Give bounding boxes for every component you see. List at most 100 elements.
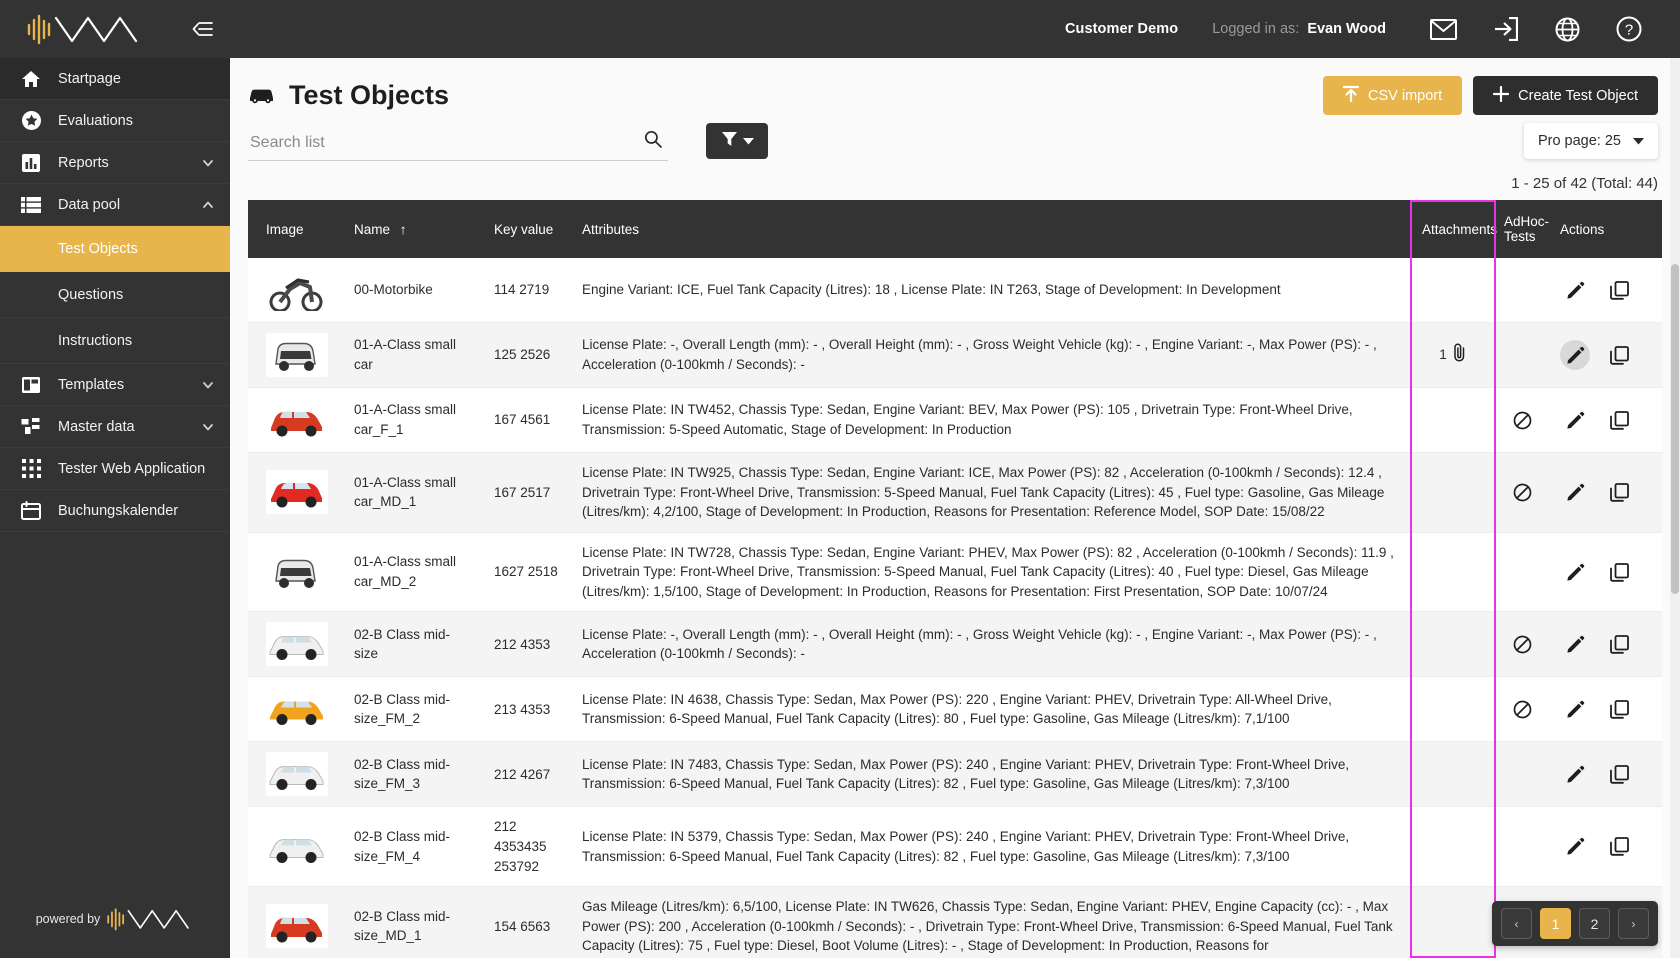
- copy-icon[interactable]: [1604, 477, 1634, 507]
- table-row[interactable]: 02-B Class mid-size_MD_1 154 6563 Gas Mile…: [248, 886, 1662, 958]
- svg-text:?: ?: [1625, 22, 1633, 39]
- sidebar-nav: Startpage Evaluations Reports Data pool …: [0, 58, 230, 880]
- row-adhoc-tests-cell[interactable]: [1494, 611, 1550, 678]
- copy-icon[interactable]: [1604, 759, 1634, 789]
- globe-icon[interactable]: [1536, 0, 1598, 58]
- vertical-scrollbar-track[interactable]: [1670, 58, 1680, 958]
- copy-icon[interactable]: [1604, 275, 1634, 305]
- copy-icon[interactable]: [1604, 832, 1634, 862]
- sidebar-item-instructions[interactable]: Instructions: [0, 318, 230, 364]
- row-attachments-cell[interactable]: [1412, 886, 1494, 958]
- pagination-page-2[interactable]: 2: [1579, 908, 1610, 939]
- row-attachments-cell[interactable]: [1412, 452, 1494, 533]
- row-attachments-cell[interactable]: [1412, 806, 1494, 888]
- copy-icon[interactable]: [1604, 694, 1634, 724]
- row-adhoc-tests-cell[interactable]: [1494, 258, 1550, 323]
- upload-icon: [1342, 85, 1360, 106]
- collapse-sidebar-icon[interactable]: [190, 16, 216, 42]
- csv-import-button[interactable]: CSV import: [1323, 76, 1463, 115]
- table-row[interactable]: 00-Motorbike 114 2719 Engine Variant: ICE,…: [248, 258, 1662, 323]
- edit-icon[interactable]: [1560, 629, 1590, 659]
- edit-icon[interactable]: [1560, 557, 1590, 587]
- sidebar-item-questions[interactable]: Questions: [0, 272, 230, 318]
- help-icon[interactable]: ?: [1598, 0, 1660, 58]
- block-icon[interactable]: [1507, 694, 1537, 724]
- pagination-page-1[interactable]: 1: [1540, 908, 1571, 939]
- table-row[interactable]: 02-B Class mid-size_FM_2 213 4353 License …: [248, 676, 1662, 743]
- row-attachments-cell[interactable]: [1412, 676, 1494, 743]
- orange-car-thumb: [266, 687, 328, 732]
- table-row[interactable]: 01-A-Class small car_F_1 167 4561 License …: [248, 387, 1662, 453]
- row-attachments-cell[interactable]: [1412, 258, 1494, 323]
- table-row[interactable]: 02-B Class mid-size_FM_3 212 4267 License …: [248, 741, 1662, 808]
- filter-button[interactable]: [706, 123, 768, 159]
- block-icon[interactable]: [1507, 629, 1537, 659]
- edit-icon[interactable]: [1560, 477, 1590, 507]
- pagination-next-button[interactable]: ›: [1618, 908, 1649, 939]
- sidebar-item-test-objects[interactable]: Test Objects: [0, 226, 230, 272]
- sidebar-item-buchungskalender[interactable]: Buchungskalender: [0, 490, 230, 532]
- sidebar-item-data-pool[interactable]: Data pool: [0, 184, 230, 226]
- vertical-scrollbar-thumb[interactable]: [1671, 264, 1679, 594]
- row-attachments-cell[interactable]: [1412, 741, 1494, 808]
- row-attributes-cell: License Plate: IN TW728, Chassis Type: S…: [572, 532, 1412, 613]
- create-test-object-button[interactable]: Create Test Object: [1473, 76, 1658, 115]
- search-input[interactable]: [248, 130, 668, 154]
- column-header-actions[interactable]: Actions: [1550, 200, 1662, 258]
- row-adhoc-tests-cell[interactable]: [1494, 452, 1550, 533]
- sidebar-item-master-data[interactable]: Master data: [0, 406, 230, 448]
- copy-icon[interactable]: [1604, 405, 1634, 435]
- column-header-attachments[interactable]: Attachments: [1412, 200, 1497, 258]
- sidebar-item-evaluations[interactable]: Evaluations: [0, 100, 230, 142]
- sidebar-item-startpage[interactable]: Startpage: [0, 58, 230, 100]
- row-attributes-cell: License Plate: -, Overall Length (mm): -…: [572, 322, 1412, 388]
- paperclip-icon[interactable]: [1452, 343, 1467, 368]
- copy-icon[interactable]: [1604, 629, 1634, 659]
- row-attachments-cell[interactable]: 1: [1412, 322, 1494, 388]
- search-icon[interactable]: [644, 130, 662, 153]
- edit-icon[interactable]: [1560, 340, 1590, 370]
- edit-icon[interactable]: [1560, 405, 1590, 435]
- filter-icon: [721, 131, 738, 152]
- row-attachments-cell[interactable]: [1412, 532, 1494, 613]
- table-row[interactable]: 01-A-Class small car 125 2526 License Plat…: [248, 322, 1662, 388]
- column-header-name[interactable]: Name ↑: [344, 200, 484, 258]
- table-row[interactable]: 01-A-Class small car_MD_1 167 2517 License…: [248, 452, 1662, 533]
- sidebar-item-templates[interactable]: Templates: [0, 364, 230, 406]
- row-name-cell: 01-A-Class small car: [344, 322, 484, 388]
- row-adhoc-tests-cell[interactable]: [1494, 387, 1550, 453]
- row-adhoc-tests-cell[interactable]: [1494, 806, 1550, 888]
- row-adhoc-tests-cell[interactable]: [1494, 322, 1550, 388]
- row-adhoc-tests-cell[interactable]: [1494, 532, 1550, 613]
- row-adhoc-tests-cell[interactable]: [1494, 676, 1550, 743]
- edit-icon[interactable]: [1560, 759, 1590, 789]
- sidebar-item-reports[interactable]: Reports: [0, 142, 230, 184]
- sidebar-item-tester-web-application[interactable]: Tester Web Application: [0, 448, 230, 490]
- pagination-prev-button[interactable]: ‹: [1501, 908, 1532, 939]
- row-key-value-cell: 1627 2518: [484, 532, 572, 613]
- microcar-thumb: [266, 550, 328, 595]
- row-attachments-cell[interactable]: [1412, 611, 1494, 678]
- mail-icon[interactable]: [1412, 0, 1474, 58]
- edit-icon[interactable]: [1560, 832, 1590, 862]
- column-header-attributes[interactable]: Attributes: [572, 200, 1412, 258]
- column-header-key-value[interactable]: Key value: [484, 200, 572, 258]
- row-attachments-cell[interactable]: [1412, 387, 1494, 453]
- column-header-image[interactable]: Image: [248, 200, 344, 258]
- block-icon[interactable]: [1507, 405, 1537, 435]
- copy-icon[interactable]: [1604, 340, 1634, 370]
- row-key-value-cell: 125 2526: [484, 322, 572, 388]
- table-row[interactable]: 01-A-Class small car_MD_2 1627 2518 Licens…: [248, 532, 1662, 613]
- table-row[interactable]: 02-B Class mid-size 212 4353 License Plate…: [248, 611, 1662, 678]
- row-key-value-cell: 213 4353: [484, 676, 572, 743]
- copy-icon[interactable]: [1604, 557, 1634, 587]
- row-adhoc-tests-cell[interactable]: [1494, 741, 1550, 808]
- logout-icon[interactable]: [1474, 0, 1536, 58]
- table-row[interactable]: 02-B Class mid-size_FM_4 212 4353435 2537…: [248, 806, 1662, 888]
- sidebar-item-label: Master data: [58, 418, 135, 435]
- edit-icon[interactable]: [1560, 275, 1590, 305]
- per-page-dropdown[interactable]: Pro page: 25: [1523, 123, 1658, 159]
- column-header-adhoc-tests[interactable]: AdHoc-Tests: [1494, 200, 1550, 258]
- block-icon[interactable]: [1507, 477, 1537, 507]
- edit-icon[interactable]: [1560, 694, 1590, 724]
